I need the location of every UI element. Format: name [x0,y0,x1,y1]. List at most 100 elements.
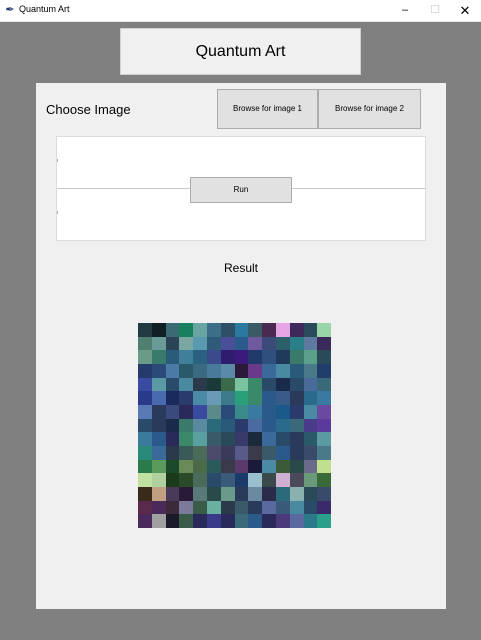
mosaic-tile [289,446,304,460]
mosaic-tile [276,350,290,364]
mosaic-tile [331,514,345,528]
mosaic-tile [207,487,221,501]
mosaic-tile [289,418,304,433]
mosaic-tile [165,377,180,392]
mosaic-tile [262,500,276,515]
mosaic-tile [138,364,152,378]
mosaic-tile [151,364,166,378]
mosaic-tile [220,377,235,392]
mosaic-tile [207,323,221,337]
mosaic-tile [165,405,180,419]
mosaic-tile [234,377,249,392]
mosaic-tile [138,446,152,460]
mosaic-tile [276,432,290,446]
mosaic-tile [289,364,304,378]
mosaic-tile [138,377,152,392]
mosaic-tile [151,500,166,515]
mosaic-tile [317,473,332,487]
mosaic-tile [179,377,194,392]
mosaic-tile [207,473,221,487]
mosaic-tile [331,446,345,460]
maximize-button[interactable]: ☐ [420,0,450,21]
mosaic-tile [317,323,332,337]
mosaic-tile [220,432,235,446]
mosaic-tile [317,391,332,405]
mosaic-tile [289,459,304,474]
mosaic-tile [138,432,152,446]
mosaic-tile [262,377,276,392]
mosaic-tile [276,418,290,433]
mosaic-tile [234,500,249,515]
mosaic-tile [179,323,194,337]
mosaic-tile [207,432,221,446]
canvas-tick [57,211,58,214]
mosaic-tile [262,473,276,487]
mosaic-tile [303,391,318,405]
mosaic-tile [179,418,194,433]
mosaic-tile [179,432,194,446]
mosaic-tile [262,350,276,364]
mosaic-tile [151,446,166,460]
mosaic-tile [165,487,180,501]
result-image [138,323,345,528]
mosaic-tile [331,323,345,337]
mosaic-tile [165,459,180,474]
mosaic-tile [303,432,318,446]
mosaic-tile [289,323,304,337]
mosaic-tile [248,418,263,433]
mosaic-tile [289,350,304,364]
mosaic-tile [193,514,207,528]
mosaic-tile [248,391,263,405]
minimize-button[interactable]: – [390,0,420,21]
mosaic-tile [207,364,221,378]
title-bar: ✒ Quantum Art – ☐ ✕ [0,0,481,22]
mosaic-tile [207,446,221,460]
mosaic-tile [303,500,318,515]
mosaic-tile [138,418,152,433]
mosaic-tile [179,391,194,405]
mosaic-tile [179,446,194,460]
mosaic-tile [248,514,263,528]
mosaic-tile [220,514,235,528]
mosaic-tile [234,418,249,433]
mosaic-tile [193,323,207,337]
mosaic-tile [303,418,318,433]
browse-image-1-button[interactable]: Browse for image 1 [217,89,318,129]
mosaic-tile [165,391,180,405]
run-button[interactable]: Run [190,177,292,203]
mosaic-tile [331,391,345,405]
mosaic-tile [303,473,318,487]
mosaic-tile [317,432,332,446]
mosaic-tile [248,446,263,460]
mosaic-tile [179,487,194,501]
mosaic-tile [193,350,207,364]
mosaic-tile [138,323,152,337]
browse-image-2-button[interactable]: Browse for image 2 [318,89,421,129]
mosaic-tile [234,473,249,487]
mosaic-tile [193,405,207,419]
mosaic-tile [289,336,304,351]
mosaic-tile [138,459,152,474]
mosaic-tile [234,364,249,378]
mosaic-tile [234,391,249,405]
mosaic-tile [207,418,221,433]
window-title: Quantum Art [19,4,70,14]
mosaic-tile [207,377,221,392]
mosaic-tile [179,473,194,487]
mosaic-tile [234,350,249,364]
mosaic-tile [165,500,180,515]
mosaic-tile [234,405,249,419]
mosaic-tile [262,459,276,474]
mosaic-tile [193,459,207,474]
mosaic-tile [220,405,235,419]
mosaic-tile [262,432,276,446]
mosaic-tile [289,432,304,446]
feather-icon: ✒ [5,4,15,16]
mosaic-tile [151,405,166,419]
mosaic-tile [276,446,290,460]
mosaic-tile [317,459,332,474]
close-button[interactable]: ✕ [450,0,480,21]
mosaic-tile [317,336,332,351]
mosaic-tile [165,336,180,351]
mosaic-tile [234,459,249,474]
